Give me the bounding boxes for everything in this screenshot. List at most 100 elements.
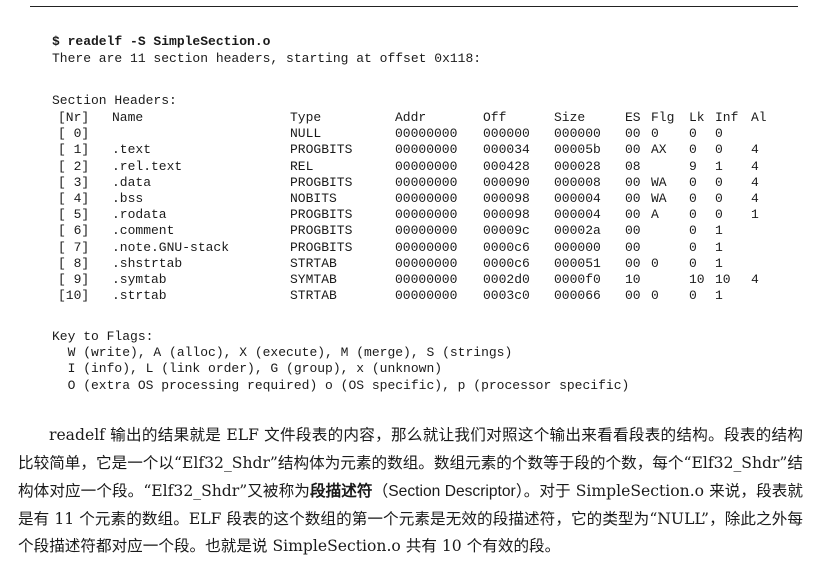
cell-size: 000066 <box>554 288 601 304</box>
cell-es: 08 <box>625 158 641 174</box>
cell-addr: 00000000 <box>395 191 458 207</box>
cell-lk: 0 <box>689 191 697 207</box>
table-row: [ 6] .comment PROGBITS 00000000 00009c 00002a… <box>58 223 781 239</box>
flags-line: I (info), L (link order), G (group), x (… <box>52 361 443 377</box>
cell-flg: WA <box>651 191 667 207</box>
column-header: [Nr] <box>58 110 90 125</box>
column-header: Addr <box>395 110 427 125</box>
cell-off: 000098 <box>483 191 530 207</box>
cell-es: 00 <box>625 191 641 207</box>
cell-inf: 10 <box>715 272 731 288</box>
cell-type: PROGBITS <box>290 174 353 190</box>
cell-nr: [ 3] <box>58 174 90 190</box>
cell-addr: 00000000 <box>395 239 458 255</box>
cell-addr: 00000000 <box>395 142 458 158</box>
cell-nr: [ 7] <box>58 239 90 255</box>
table-header-row: [Nr] Name Type Addr Off Size ES Flg Lk I… <box>58 110 781 126</box>
flags-legend: Key to Flags: W (write), A (alloc), X (e… <box>52 329 629 394</box>
cell-type: NULL <box>290 126 322 142</box>
table-row: [ 3] .data PROGBITS 00000000 000090 000008 00 W… <box>58 175 781 191</box>
column-header: Name <box>112 110 144 125</box>
cell-name: .text <box>112 142 152 158</box>
cell-type: STRTAB <box>290 288 337 304</box>
cell-off: 00009c <box>483 223 530 239</box>
cell-inf: 1 <box>715 255 723 271</box>
cell-es: 00 <box>625 142 641 158</box>
cell-inf: 1 <box>715 223 723 239</box>
cell-flg <box>651 272 689 288</box>
cell-name: .comment <box>112 223 175 239</box>
column-header: ES <box>625 110 641 125</box>
cell-name <box>112 126 290 142</box>
bold-term: 段描述符 <box>309 481 373 501</box>
cell-type: REL <box>290 158 314 174</box>
cell-addr: 00000000 <box>395 288 458 304</box>
cell-nr: [ 8] <box>58 255 90 271</box>
section-headers-title: Section Headers: <box>52 93 177 108</box>
cell-off: 000000 <box>483 126 530 142</box>
cell-es: 00 <box>625 126 641 142</box>
cell-al: 4 <box>751 191 759 207</box>
cell-es: 00 <box>625 239 641 255</box>
cell-off: 000098 <box>483 207 530 223</box>
cell-size: 000004 <box>554 191 601 207</box>
cell-inf: 0 <box>715 191 723 207</box>
cell-addr: 00000000 <box>395 255 458 271</box>
cell-inf: 0 <box>715 207 723 223</box>
cell-inf: 0 <box>715 174 723 190</box>
cell-al: 4 <box>751 272 759 288</box>
flags-line: W (write), A (alloc), X (execute), M (me… <box>52 345 513 361</box>
cell-flg: 0 <box>651 255 659 271</box>
cell-type: PROGBITS <box>290 239 353 255</box>
table-row: [10] .strtab STRTAB 00000000 0003c0 000066 00 0… <box>58 288 781 304</box>
table-row: [ 4] .bss NOBITS 00000000 000098 000004 00 WA 0 0… <box>58 191 781 207</box>
command-line: $ readelf -S SimpleSection.o <box>52 34 271 49</box>
cell-es: 10 <box>625 272 641 288</box>
cell-inf: 0 <box>715 142 723 158</box>
section-headers-table: [Nr] Name Type Addr Off Size ES Flg Lk I… <box>58 110 781 304</box>
cell-lk: 0 <box>689 239 697 255</box>
cell-addr: 00000000 <box>395 174 458 190</box>
column-header: Size <box>554 110 586 125</box>
cell-name: .rodata <box>112 207 167 223</box>
column-header: Flg <box>651 110 675 125</box>
cell-size: 000004 <box>554 207 601 223</box>
cell-nr: [ 0] <box>58 126 90 142</box>
cell-es: 00 <box>625 288 641 304</box>
cell-inf: 0 <box>715 126 723 142</box>
column-header: Lk <box>689 110 705 125</box>
cell-nr: [10] <box>58 288 90 304</box>
cell-flg <box>651 159 689 175</box>
cell-type: PROGBITS <box>290 223 353 239</box>
table-row: [ 7] .note.GNU-stack PROGBITS 00000000 0000c… <box>58 240 781 256</box>
cell-size: 0000f0 <box>554 272 601 288</box>
cell-al <box>751 126 781 142</box>
cell-flg: AX <box>651 142 667 158</box>
cell-name: .bss <box>112 191 144 207</box>
paren-open: （ <box>372 482 389 501</box>
cell-off: 0002d0 <box>483 272 530 288</box>
cell-lk: 10 <box>689 272 705 288</box>
cell-flg: 0 <box>651 288 659 304</box>
cell-lk: 0 <box>689 223 697 239</box>
cell-lk: 0 <box>689 207 697 223</box>
summary-line: There are 11 section headers, starting a… <box>52 51 482 66</box>
table-row: [ 9] .symtab SYMTAB 00000000 0002d0 0000f0 10 1… <box>58 272 781 288</box>
cell-size: 000028 <box>554 158 601 174</box>
english-term: Section Descriptor <box>388 483 516 501</box>
cell-size: 000051 <box>554 255 601 271</box>
cell-name: .strtab <box>112 288 167 304</box>
cell-size: 00005b <box>554 142 601 158</box>
cell-size: 000008 <box>554 174 601 190</box>
cell-es: 00 <box>625 174 641 190</box>
explanation-paragraph: readelf 输出的结果就是 ELF 文件段表的内容，那么就让我们对照这个输出… <box>18 422 803 561</box>
cell-off: 000428 <box>483 158 530 174</box>
cell-al <box>751 223 781 239</box>
table-row: [ 1] .text PROGBITS 00000000 000034 00005b 00 A… <box>58 142 781 158</box>
cell-al: 4 <box>751 142 759 158</box>
cell-flg: A <box>651 207 659 223</box>
cell-addr: 00000000 <box>395 207 458 223</box>
cell-off: 0000c6 <box>483 255 530 271</box>
cell-nr: [ 5] <box>58 207 90 223</box>
cell-type: SYMTAB <box>290 272 337 288</box>
